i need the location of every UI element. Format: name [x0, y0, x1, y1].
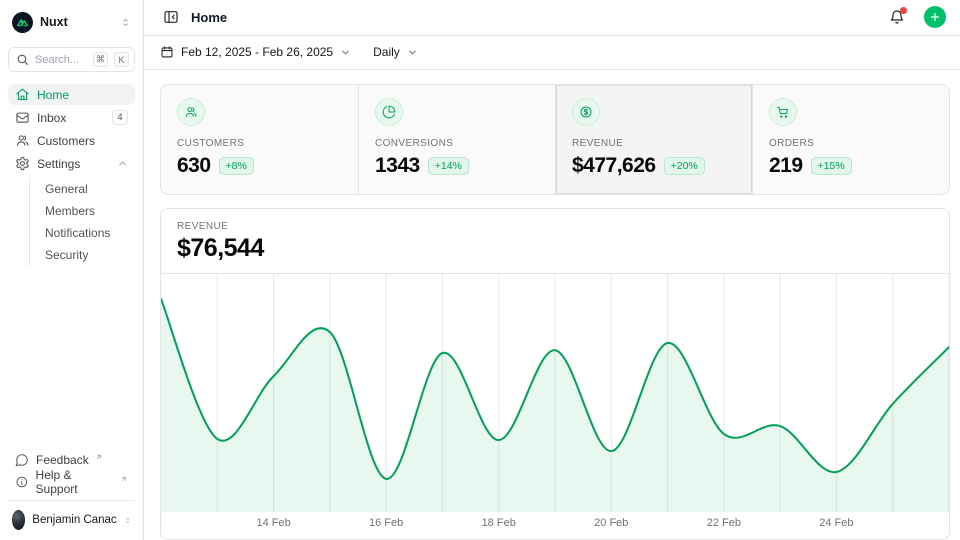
stat-delta-badge: +14% — [428, 157, 469, 175]
stat-label: CONVERSIONS — [375, 138, 539, 149]
x-axis-tick-label: 20 Feb — [594, 517, 628, 529]
plus-icon — [929, 11, 941, 23]
chart-x-axis: 14 Feb 16 Feb 18 Feb 20 Feb 22 Feb 24 Feb — [161, 512, 949, 539]
stat-label: ORDERS — [769, 138, 933, 149]
content: CUSTOMERS 630 +8% CONVERSIONS 1343 +14% REVENU… — [144, 70, 960, 540]
arrow-up-right-icon — [120, 475, 128, 483]
footer-item-label: Help & Support — [36, 468, 115, 496]
chart-label: REVENUE — [177, 221, 933, 232]
granularity-value: Daily — [373, 45, 400, 59]
app-root: Nuxt Search... ⌘ K Home Inbox 4 Customers Se… — [0, 0, 960, 540]
workspace-switcher[interactable]: Nuxt — [8, 10, 135, 34]
chevron-down-icon — [407, 47, 418, 58]
collapse-sidebar-button[interactable] — [160, 6, 182, 28]
inbox-count-badge: 4 — [112, 110, 128, 125]
user-menu[interactable]: Benjamin Canac — [8, 500, 135, 530]
stat-delta-badge: +8% — [219, 157, 254, 175]
notification-dot — [900, 7, 907, 14]
sidebar-subitem-general[interactable]: General — [41, 178, 135, 200]
chevron-up-down-icon — [124, 515, 131, 526]
arrow-up-right-icon — [95, 453, 103, 461]
info-icon — [15, 475, 29, 489]
stat-delta-badge: +15% — [811, 157, 852, 175]
search-input[interactable]: Search... ⌘ K — [8, 47, 135, 72]
stat-value: 1343 — [375, 154, 420, 178]
sidebar-nav: Home Inbox 4 Customers Settings GeneralMember… — [8, 84, 135, 266]
users-icon — [15, 133, 30, 148]
x-axis-tick-label: 22 Feb — [707, 517, 741, 529]
sidebar-item-label: Customers — [37, 134, 128, 148]
x-axis-tick-label: 16 Feb — [369, 517, 403, 529]
chart-value: $76,544 — [177, 234, 933, 263]
chat-icon — [15, 453, 29, 467]
sidebar-item-customers[interactable]: Customers — [8, 130, 135, 151]
stat-icon-circle — [375, 98, 403, 126]
sidebar-footer-help-support[interactable]: Help & Support — [8, 471, 135, 492]
x-axis-tick-label: 14 Feb — [256, 517, 290, 529]
dollar-icon — [579, 105, 593, 119]
footer-item-label: Feedback — [36, 453, 89, 467]
chevron-up-icon — [117, 158, 128, 169]
user-name: Benjamin Canac — [32, 514, 116, 526]
sidebar-item-label: Home — [37, 88, 128, 102]
sidebar-subitem-members[interactable]: Members — [41, 200, 135, 222]
gear-icon — [15, 156, 30, 171]
stats-row: CUSTOMERS 630 +8% CONVERSIONS 1343 +14% REVENU… — [160, 84, 950, 195]
search-icon — [16, 53, 29, 66]
stat-icon-circle — [769, 98, 797, 126]
pie-chart-icon — [382, 105, 396, 119]
kbd-k: K — [114, 52, 129, 67]
kbd-cmd: ⌘ — [93, 52, 108, 67]
page-title: Home — [191, 10, 876, 25]
search-placeholder: Search... — [35, 54, 87, 66]
users-icon — [184, 105, 198, 119]
stat-value: 219 — [769, 154, 803, 178]
chart-header: REVENUE $76,544 — [161, 209, 949, 274]
stat-label: CUSTOMERS — [177, 138, 342, 149]
stat-card-conversions[interactable]: CONVERSIONS 1343 +14% — [358, 85, 555, 194]
sidebar-subitem-security[interactable]: Security — [41, 244, 135, 266]
sidebar: Nuxt Search... ⌘ K Home Inbox 4 Customers Se… — [0, 0, 144, 540]
settings-subnav: GeneralMembersNotificationsSecurity — [29, 178, 135, 266]
sidebar-item-inbox[interactable]: Inbox 4 — [8, 107, 135, 128]
cart-icon — [776, 105, 790, 119]
notifications-button[interactable] — [885, 5, 909, 29]
sidebar-item-settings[interactable]: Settings — [8, 153, 135, 174]
sidebar-subitem-notifications[interactable]: Notifications — [41, 222, 135, 244]
stat-delta-badge: +20% — [664, 157, 705, 175]
stat-card-customers[interactable]: CUSTOMERS 630 +8% — [161, 85, 358, 194]
chevron-up-down-icon — [120, 17, 131, 28]
inbox-icon — [15, 110, 30, 125]
date-range-value: Feb 12, 2025 - Feb 26, 2025 — [181, 45, 333, 59]
stat-label: REVENUE — [572, 138, 736, 149]
granularity-select[interactable]: Daily — [373, 45, 418, 59]
stat-value: 630 — [177, 154, 211, 178]
stat-icon-circle — [177, 98, 205, 126]
avatar — [12, 510, 25, 530]
sidebar-item-home[interactable]: Home — [8, 84, 135, 105]
sidebar-footer: Feedback Help & Support — [8, 449, 135, 492]
chevron-down-icon — [340, 47, 351, 58]
sidebar-item-label: Inbox — [37, 111, 105, 125]
filter-toolbar: Feb 12, 2025 - Feb 26, 2025 Daily — [144, 36, 960, 70]
sidebar-item-label: Settings — [37, 157, 110, 171]
stat-icon-circle — [572, 98, 600, 126]
x-axis-tick-label: 24 Feb — [819, 517, 853, 529]
home-icon — [15, 87, 30, 102]
stat-card-revenue[interactable]: REVENUE $477,626 +20% — [555, 85, 752, 194]
revenue-chart-card: REVENUE $76,544 14 Feb 16 Feb 18 Feb 20 Feb… — [160, 208, 950, 540]
revenue-area-chart — [161, 274, 949, 512]
panel-left-close-icon — [163, 9, 179, 25]
calendar-icon — [160, 45, 174, 59]
nuxt-logo-icon — [12, 12, 33, 33]
top-header: Home — [144, 0, 960, 36]
x-axis-tick-label: 18 Feb — [482, 517, 516, 529]
area-chart-svg — [161, 274, 949, 512]
workspace-name: Nuxt — [40, 15, 113, 29]
stat-card-orders[interactable]: ORDERS 219 +15% — [752, 85, 949, 194]
add-button[interactable] — [924, 6, 946, 28]
main-panel: Home Feb 12, 2025 - Feb 26, 2025 Daily C… — [144, 0, 960, 540]
stat-value: $477,626 — [572, 154, 656, 178]
date-range-picker[interactable]: Feb 12, 2025 - Feb 26, 2025 — [160, 45, 351, 59]
